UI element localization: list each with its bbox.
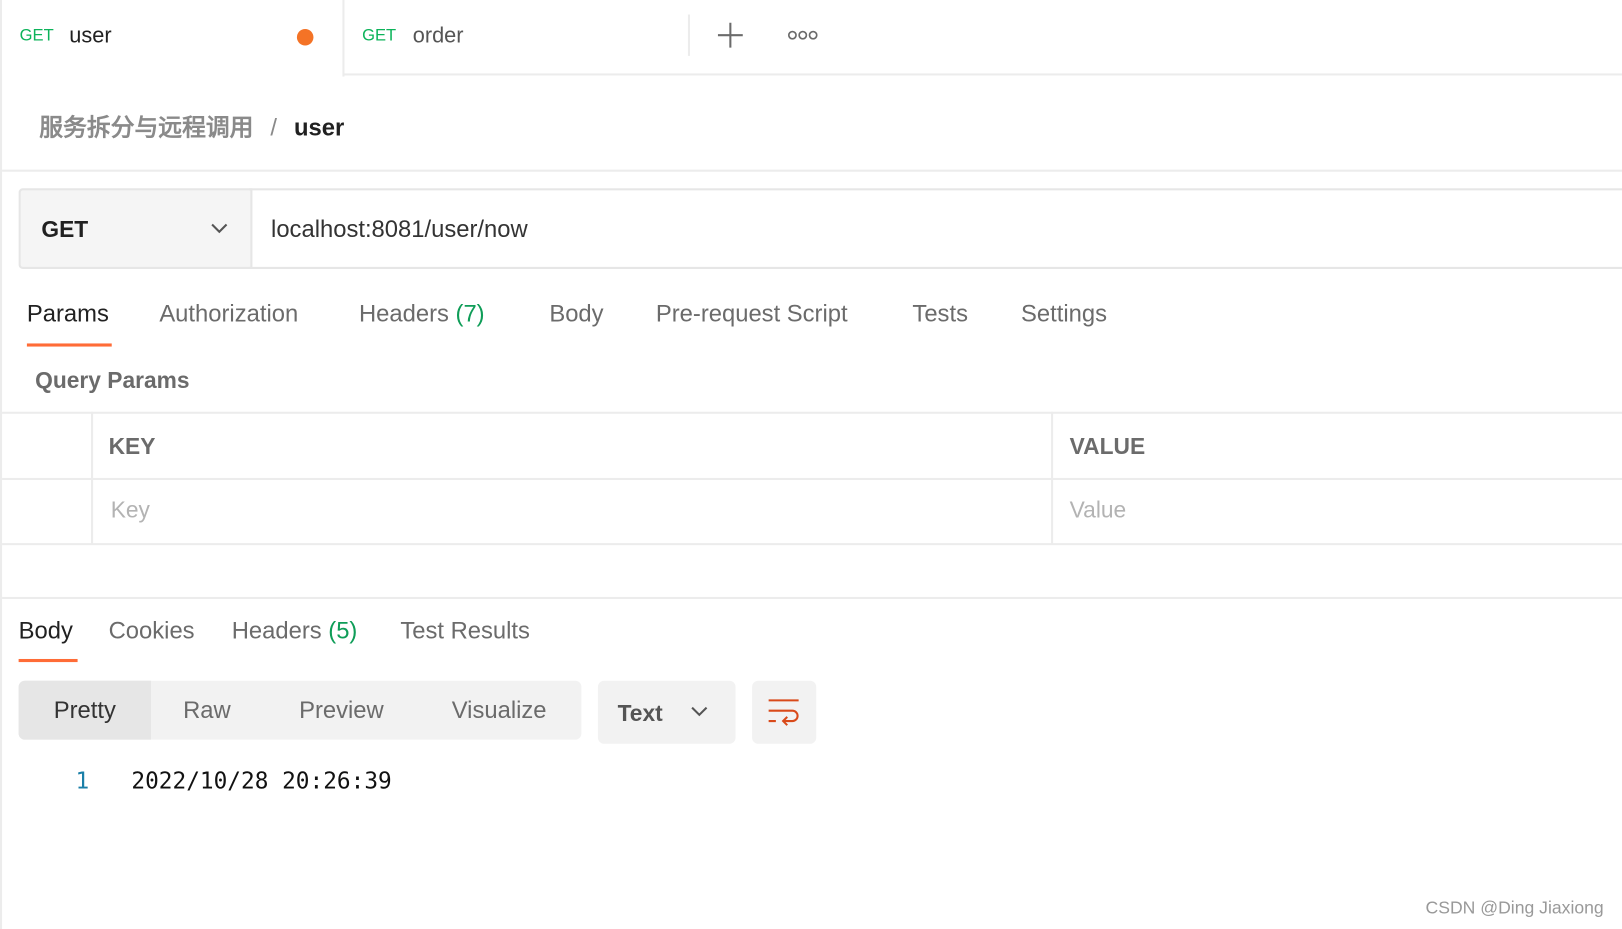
headers-count: (7) (455, 300, 485, 327)
plus-icon (717, 22, 743, 48)
active-tab-indicator (18, 658, 78, 663)
tab-label: Authorization (159, 300, 299, 327)
tab-label: Test Results (400, 616, 530, 644)
method-label: GET (362, 26, 397, 45)
watermark: CSDN @Ding Jiaxiong (1425, 897, 1604, 918)
tab-label: Headers (358, 300, 449, 327)
value-input[interactable]: Value (1070, 497, 1127, 524)
column-header-value: VALUE (1069, 433, 1146, 460)
tab-label: Body (549, 300, 604, 327)
breadcrumb-separator: / (270, 113, 278, 141)
tab-headers[interactable]: Headers (7) (359, 300, 485, 328)
chevron-down-icon (691, 706, 708, 717)
tab-order[interactable]: GET order (344, 0, 687, 74)
view-mode-raw[interactable]: Raw (155, 681, 258, 740)
headers-count: (5) (328, 616, 358, 644)
more-horizontal-icon (787, 30, 818, 40)
tab-title: order (412, 23, 464, 48)
tab-user[interactable]: GET user (2, 0, 344, 75)
method-value: GET (41, 216, 89, 243)
response-line: 2022/10/28 20:26:39 (131, 768, 392, 795)
tab-label: Cookies (108, 616, 195, 644)
tab-label: Headers (231, 616, 322, 644)
tab-response-body[interactable]: Body (19, 617, 73, 645)
wrap-lines-icon (768, 699, 799, 726)
more-tabs-button[interactable] (786, 27, 821, 44)
tab-label: Settings (1021, 300, 1108, 327)
breadcrumb-request: user (293, 113, 345, 141)
tab-title: user (69, 23, 112, 48)
tab-tests[interactable]: Tests (912, 300, 968, 328)
url-input[interactable]: localhost:8081/user/now (249, 188, 1622, 269)
query-params-title: Query Params (35, 367, 190, 394)
breadcrumb: 服务拆分与远程调用 / user (39, 108, 344, 143)
tab-label: Params (26, 300, 109, 327)
tab-settings[interactable]: Settings (1021, 300, 1107, 328)
tab-body[interactable]: Body (549, 300, 603, 328)
unsaved-dot-icon (296, 28, 314, 46)
view-mode-preview[interactable]: Preview (269, 681, 414, 740)
tab-cookies[interactable]: Cookies (109, 617, 195, 645)
tab-authorization[interactable]: Authorization (159, 300, 298, 328)
tab-response-headers[interactable]: Headers (5) (232, 617, 358, 645)
view-mode-visualize[interactable]: Visualize (424, 681, 574, 740)
wrap-lines-button[interactable] (752, 680, 817, 744)
tab-params[interactable]: Params (27, 300, 109, 328)
url-value: localhost:8081/user/now (271, 215, 528, 243)
tab-label: Tests (912, 300, 968, 327)
line-number: 1 (75, 768, 90, 795)
breadcrumb-collection[interactable]: 服务拆分与远程调用 (39, 114, 253, 141)
method-label: GET (19, 26, 54, 45)
active-tab-indicator (26, 343, 112, 347)
tab-label: Body (18, 616, 73, 644)
column-header-key: KEY (108, 433, 156, 460)
tab-test-results[interactable]: Test Results (400, 617, 530, 645)
key-input[interactable]: Key (111, 497, 150, 524)
tab-pre-request-script[interactable]: Pre-request Script (656, 300, 848, 328)
new-tab-button[interactable] (714, 19, 747, 52)
chevron-down-icon (211, 223, 228, 234)
view-mode-pretty[interactable]: Pretty (18, 680, 152, 740)
format-select[interactable]: Text (597, 680, 736, 744)
tab-label: Pre-request Script (655, 300, 848, 327)
method-select[interactable]: GET (18, 188, 253, 269)
format-value: Text (617, 700, 663, 727)
